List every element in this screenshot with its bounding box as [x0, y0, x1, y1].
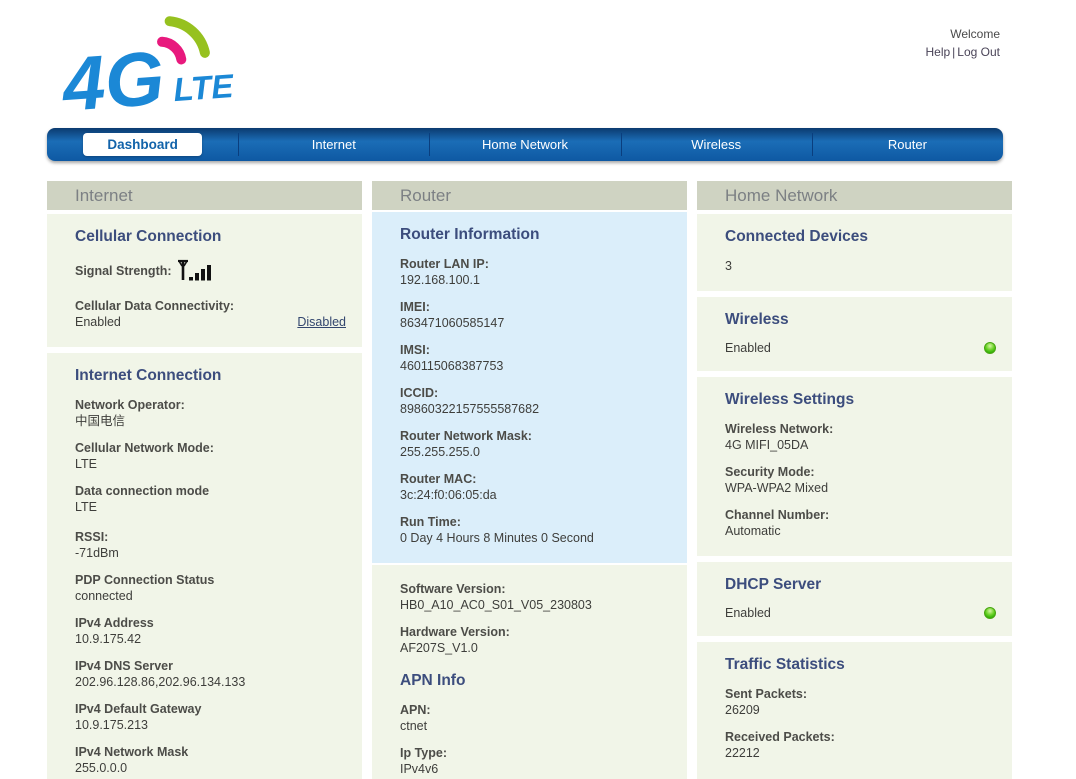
field-wireless-network: Wireless Network: 4G MIFI_05DA: [725, 421, 996, 453]
page-header: 4G LTE Welcome Help|Log Out: [0, 0, 1076, 128]
tab-home-network-label: Home Network: [482, 137, 568, 152]
help-link[interactable]: Help: [925, 45, 950, 59]
field-router-mac: Router MAC: 3c:24:f0:06:05:da: [400, 471, 671, 503]
field-sent-packets: Sent Packets: 26209: [725, 686, 996, 718]
internet-panel: Internet Cellular Connection Signal Stre…: [47, 181, 362, 778]
field-imsi: IMSI: 460115068387753: [400, 342, 671, 374]
router-information-heading: Router Information: [400, 226, 671, 244]
logo-4g-text: 4G: [60, 36, 167, 118]
cellular-connection-heading: Cellular Connection: [75, 228, 346, 246]
tab-wireless-label: Wireless: [691, 137, 741, 152]
tab-home-network[interactable]: Home Network: [429, 128, 620, 161]
tab-router[interactable]: Router: [812, 128, 1003, 161]
tab-dashboard[interactable]: Dashboard: [47, 128, 238, 161]
wireless-status-section: Wireless Enabled: [697, 297, 1012, 371]
field-channel-number: Channel Number: Automatic: [725, 507, 996, 539]
connectivity-label: Cellular Data Connectivity:: [75, 298, 346, 314]
apn-info-heading: APN Info: [400, 672, 671, 690]
home-network-panel: Home Network Connected Devices 3 Wireles…: [697, 181, 1012, 778]
field-router-lan-ip: Router LAN IP: 192.168.100.1: [400, 256, 671, 288]
account-area: Welcome Help|Log Out: [925, 25, 1000, 61]
traffic-statistics-heading: Traffic Statistics: [725, 656, 996, 674]
field-apn: APN: ctnet: [400, 702, 671, 734]
field-iccid: ICCID: 89860322157555587682: [400, 385, 671, 417]
disable-data-link[interactable]: Disabled: [297, 314, 346, 330]
router-panel-title: Router: [372, 181, 687, 210]
wireless-status-green-dot-icon: [984, 342, 996, 354]
field-ipv4-mask: IPv4 Network Mask 255.0.0.0: [75, 744, 346, 776]
wireless-status-value: Enabled: [725, 341, 771, 355]
connectivity-value: Enabled: [75, 314, 121, 330]
field-ipv4-gateway: IPv4 Default Gateway 10.9.175.213: [75, 701, 346, 733]
field-security-mode: Security Mode: WPA-WPA2 Mixed: [725, 464, 996, 496]
connected-devices-heading: Connected Devices: [725, 228, 996, 246]
tab-wireless[interactable]: Wireless: [621, 128, 812, 161]
field-network-operator: Network Operator: 中国电信: [75, 397, 346, 429]
internet-connection-heading: Internet Connection: [75, 367, 346, 385]
4g-lte-logo: 4G LTE: [60, 10, 260, 118]
field-imei: IMEI: 863471060585147: [400, 299, 671, 331]
traffic-statistics-section: Traffic Statistics Sent Packets: 26209 R…: [697, 642, 1012, 779]
tab-router-label: Router: [888, 137, 927, 152]
dhcp-server-heading: DHCP Server: [725, 576, 996, 594]
main-nav: Dashboard Internet Home Network Wireless…: [47, 128, 1003, 161]
tab-dashboard-label: Dashboard: [83, 133, 202, 156]
wireless-settings-section: Wireless Settings Wireless Network: 4G M…: [697, 377, 1012, 556]
router-panel: Router Router Information Router LAN IP:…: [372, 181, 687, 778]
field-data-connection-mode: Data connection mode LTE: [75, 483, 346, 515]
tab-internet-label: Internet: [312, 137, 356, 152]
field-pdp-status: PDP Connection Status connected: [75, 572, 346, 604]
logo-pink-arc-icon: [162, 41, 181, 61]
dashboard-content: Internet Cellular Connection Signal Stre…: [47, 181, 1076, 778]
dhcp-status-green-dot-icon: [984, 607, 996, 619]
wireless-settings-heading: Wireless Settings: [725, 391, 996, 409]
field-rssi: RSSI: -71dBm: [75, 529, 346, 561]
field-ipv4-address: IPv4 Address 10.9.175.42: [75, 615, 346, 647]
cellular-connection-section: Cellular Connection Signal Strength:: [47, 214, 362, 347]
home-network-panel-title: Home Network: [697, 181, 1012, 210]
antenna-signal-bars-icon: [178, 258, 212, 284]
dhcp-server-section: DHCP Server Enabled: [697, 562, 1012, 636]
internet-connection-section: Internet Connection Network Operator: 中国…: [47, 353, 362, 779]
connected-devices-count: 3: [725, 258, 996, 274]
internet-panel-title: Internet: [47, 181, 362, 210]
logo-lte-text: LTE: [172, 67, 235, 108]
field-software-version: Software Version: HB0_A10_AC0_S01_V05_23…: [400, 581, 671, 613]
field-cellular-network-mode: Cellular Network Mode: LTE: [75, 440, 346, 472]
connected-devices-section: Connected Devices 3: [697, 214, 1012, 291]
field-ipv4-dns: IPv4 DNS Server 202.96.128.86,202.96.134…: [75, 658, 346, 690]
field-received-packets: Received Packets: 22212: [725, 729, 996, 761]
router-versions-section: Software Version: HB0_A10_AC0_S01_V05_23…: [372, 565, 687, 779]
field-hardware-version: Hardware Version: AF207S_V1.0: [400, 624, 671, 656]
tab-internet[interactable]: Internet: [238, 128, 429, 161]
welcome-text: Welcome: [925, 25, 1000, 43]
router-information-section: Router Information Router LAN IP: 192.16…: [372, 212, 687, 563]
field-ip-type: Ip Type: IPv4v6: [400, 745, 671, 777]
logout-link[interactable]: Log Out: [957, 45, 1000, 59]
dhcp-status-value: Enabled: [725, 606, 771, 620]
signal-strength-label: Signal Strength:: [75, 264, 172, 278]
field-run-time: Run Time: 0 Day 4 Hours 8 Minutes 0 Seco…: [400, 514, 671, 546]
field-router-network-mask: Router Network Mask: 255.255.255.0: [400, 428, 671, 460]
wireless-heading: Wireless: [725, 311, 996, 329]
